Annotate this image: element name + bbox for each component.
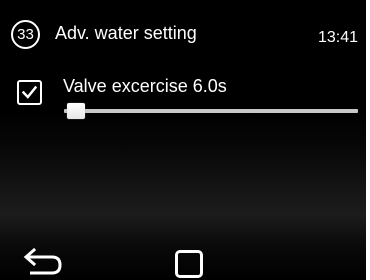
home-button[interactable] <box>171 246 211 280</box>
valve-exercise-slider[interactable] <box>64 101 358 121</box>
valve-exercise-label: Valve excercise 6.0s <box>63 76 227 96</box>
slider-track <box>64 109 358 113</box>
screen-number-badge: 33 <box>11 20 40 49</box>
checkmark-icon <box>21 85 38 99</box>
header-bar: 33 Adv. water setting 13:41 <box>0 0 366 58</box>
home-square-icon <box>175 250 203 278</box>
back-arrow-icon <box>23 247 62 275</box>
back-button[interactable] <box>22 246 66 280</box>
page-title: Adv. water setting <box>55 23 197 43</box>
clock-time: 13:41 <box>317 29 358 46</box>
valve-exercise-checkbox[interactable] <box>17 80 42 105</box>
device-screen: 33 Adv. water setting 13:41 Valve excerc… <box>0 0 366 280</box>
slider-thumb[interactable] <box>67 103 85 119</box>
